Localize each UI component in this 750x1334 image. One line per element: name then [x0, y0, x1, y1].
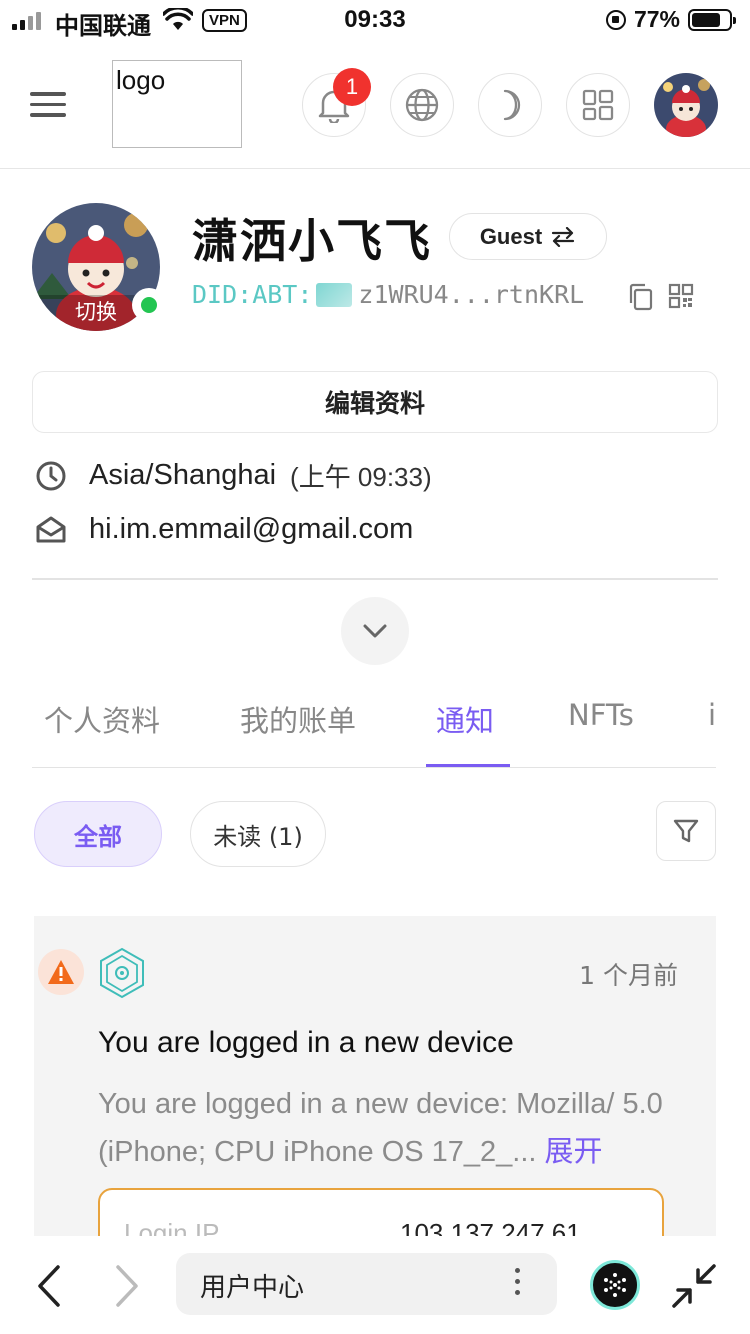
did-address: DID:ABT: z1WRU4...rtnKRL — [192, 280, 584, 309]
apps-grid-icon — [582, 89, 614, 121]
battery-percent: 77% — [633, 6, 680, 32]
tab-more[interactable]: i — [708, 698, 716, 732]
filter-unread-button[interactable]: 未读 (1) — [190, 801, 326, 867]
notification-title: You are logged in a new device — [98, 1026, 514, 1059]
swap-arrows-icon — [552, 226, 575, 247]
back-arrow-icon[interactable] — [34, 1264, 64, 1308]
notification-badge: 1 — [333, 68, 371, 106]
active-tab-indicator — [426, 764, 510, 767]
battery-icon — [688, 8, 736, 31]
profile-tabs: 个人资料 我的账单 通知 NFTs i — [32, 682, 716, 768]
warning-icon — [38, 949, 84, 995]
role-label: Guest — [479, 223, 543, 249]
logo[interactable]: logo — [112, 60, 242, 148]
moon-icon — [503, 89, 521, 121]
did-prefix: DID:ABT: — [192, 280, 313, 309]
filter-all-button[interactable]: 全部 — [34, 801, 162, 867]
app-launcher-icon[interactable] — [590, 1260, 640, 1310]
clock-icon — [36, 461, 66, 490]
expand-profile-button[interactable] — [341, 597, 409, 665]
address-bar[interactable]: 用户中心 — [176, 1253, 557, 1315]
funnel-icon — [673, 819, 699, 843]
chevron-down-icon — [363, 624, 387, 638]
filter-button[interactable] — [656, 801, 716, 861]
theme-toggle-button[interactable] — [478, 73, 542, 137]
tab-billing[interactable]: 我的账单 — [240, 698, 356, 740]
app-header: logo 1 — [0, 42, 750, 169]
role-switch-button[interactable]: Guest — [449, 213, 607, 260]
qr-code-icon[interactable] — [668, 283, 694, 309]
tab-nfts[interactable]: NFTs — [568, 698, 634, 732]
header-avatar[interactable] — [654, 73, 718, 137]
timezone-row: Asia/Shanghai (上午 09:33) — [35, 457, 432, 494]
menu-icon[interactable] — [30, 92, 66, 117]
notification-time: 1 个月前 — [579, 961, 678, 990]
notification-body: You are logged in a new device: Mozilla/… — [98, 1081, 688, 1176]
copy-icon[interactable] — [628, 283, 654, 311]
minimize-arrows-icon[interactable] — [670, 1262, 718, 1310]
tab-profile[interactable]: 个人资料 — [44, 698, 160, 740]
did-value: z1WRU4...rtnKRL — [358, 280, 585, 309]
tab-notifications[interactable]: 通知 — [436, 698, 494, 740]
online-status-indicator — [132, 288, 166, 322]
more-vertical-icon[interactable] — [515, 1268, 521, 1301]
mail-icon — [36, 516, 66, 542]
forward-arrow-icon[interactable] — [112, 1264, 142, 1308]
browser-bottom-bar: 用户中心 — [0, 1236, 750, 1334]
status-bar: 中国联通 VPN 09:33 77% — [0, 0, 750, 42]
expand-link[interactable]: 展开 — [545, 1134, 603, 1168]
edit-profile-button[interactable]: 编辑资料 — [32, 371, 718, 433]
local-time-text: (上午 09:33) — [290, 462, 432, 492]
orientation-lock-icon — [605, 9, 626, 30]
did-avatar-chip — [316, 282, 353, 307]
globe-icon — [405, 88, 439, 122]
settings-hexagon-icon — [100, 947, 144, 999]
email-text: hi.im.emmail@gmail.com — [89, 513, 414, 545]
divider — [32, 578, 718, 580]
notification-item[interactable]: 1 个月前 You are logged in a new device You… — [34, 916, 716, 1246]
email-row: hi.im.emmail@gmail.com — [35, 513, 413, 546]
timezone-text: Asia/Shanghai — [89, 459, 277, 491]
profile-name: 潇洒小飞飞 — [192, 214, 432, 268]
apps-button[interactable] — [566, 73, 630, 137]
notifications-button[interactable]: 1 — [302, 68, 371, 137]
page-title: 用户中心 — [200, 1273, 305, 1303]
language-button[interactable] — [390, 73, 454, 137]
